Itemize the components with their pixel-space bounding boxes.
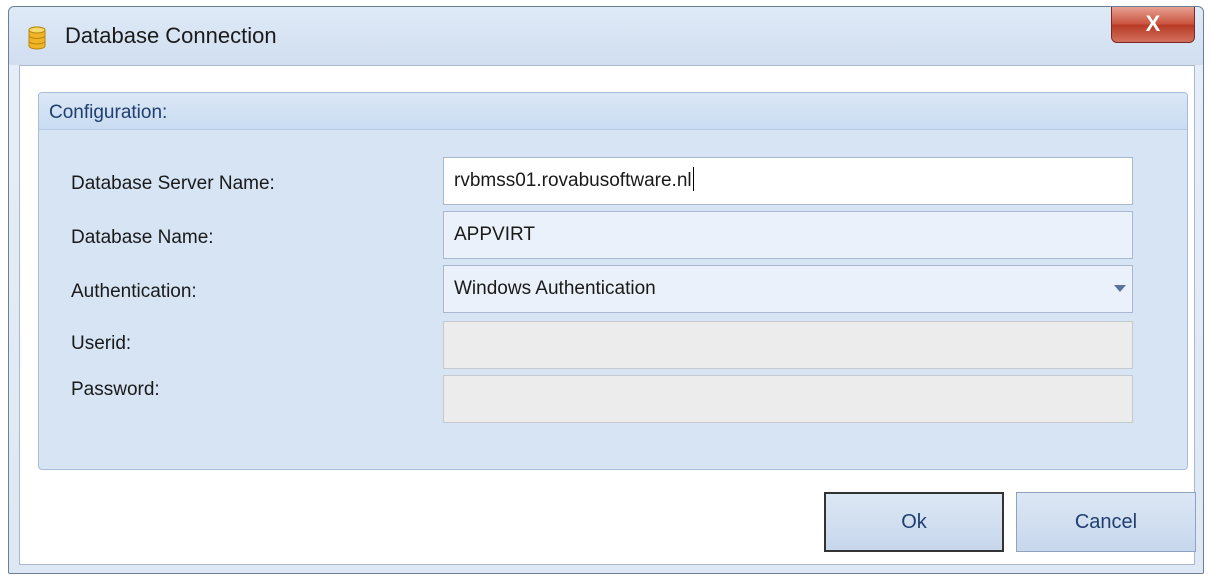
- server-name-label: Database Server Name:: [71, 173, 275, 194]
- server-name-input[interactable]: rvbmss01.rovabusoftware.nl: [443, 157, 1133, 205]
- window-title: Database Connection: [65, 23, 277, 48]
- authentication-label: Authentication:: [71, 281, 197, 302]
- title-bar[interactable]: Database Connection X: [9, 7, 1203, 65]
- database-name-input[interactable]: APPVIRT: [443, 211, 1133, 259]
- cancel-button[interactable]: Cancel: [1016, 492, 1196, 552]
- text-cursor: [692, 167, 694, 191]
- close-icon: X: [1145, 11, 1161, 36]
- database-name-value: APPVIRT: [454, 224, 535, 245]
- password-input[interactable]: [443, 375, 1133, 423]
- authentication-value: Windows Authentication: [454, 278, 656, 299]
- configuration-group: Configuration: Database Server Name: rvb…: [38, 92, 1188, 470]
- authentication-select[interactable]: Windows Authentication: [443, 265, 1133, 313]
- userid-input[interactable]: [443, 321, 1133, 369]
- userid-label: Userid:: [71, 333, 132, 354]
- database-name-label: Database Name:: [71, 227, 214, 248]
- dialog-client-area: Configuration: Database Server Name: rvb…: [19, 65, 1196, 565]
- dialog-window: Database Connection X Configuration: Dat…: [8, 6, 1204, 574]
- server-name-value: rvbmss01.rovabusoftware.nl: [454, 170, 692, 191]
- ok-button[interactable]: Ok: [824, 492, 1004, 552]
- group-header: Configuration:: [39, 93, 1187, 130]
- close-button[interactable]: X: [1111, 7, 1195, 43]
- chevron-down-icon[interactable]: [1114, 285, 1126, 292]
- password-label: Password:: [71, 379, 160, 400]
- group-title: Configuration:: [49, 102, 168, 123]
- database-icon: [27, 26, 47, 50]
